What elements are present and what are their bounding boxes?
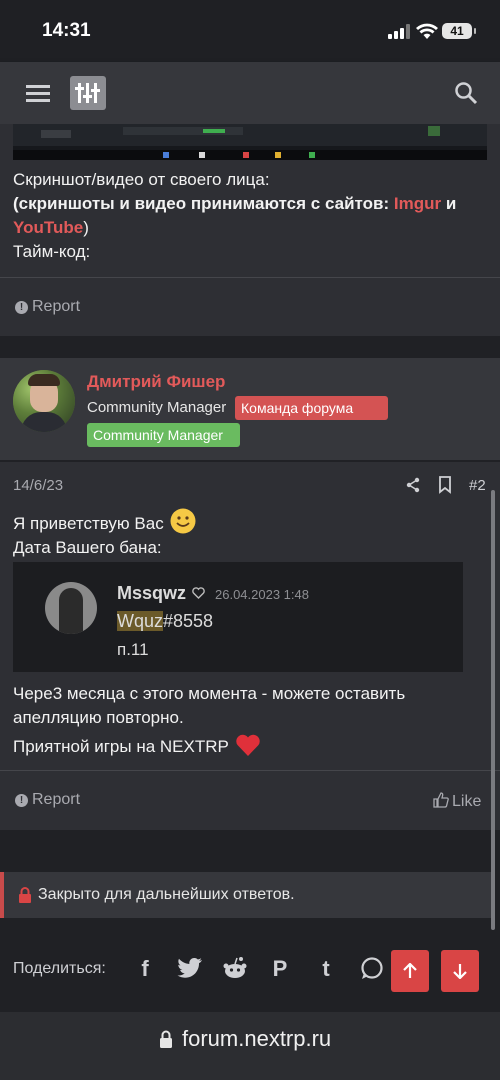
accepted-sites-prefix: (скриншоты и видео принимаются с сайтов: (13, 194, 390, 213)
share-post-icon[interactable] (405, 477, 421, 493)
post-1-divider (0, 277, 500, 278)
status-bar: 14:31 41 (0, 0, 500, 62)
quote-timestamp: 26.04.2023 1:48 (215, 587, 309, 602)
screenshot-label: Скриншот/видео от своего лица: (13, 170, 270, 189)
page-scrollbar[interactable] (491, 490, 495, 930)
bookmark-icon[interactable] (438, 476, 452, 494)
menu-icon[interactable] (26, 83, 50, 103)
report-icon: ! (15, 301, 28, 314)
report-icon: ! (15, 794, 28, 807)
top-navigation (0, 62, 500, 124)
badge-forum-team: Команда форума (235, 396, 388, 420)
quote-highlight: Wquz (117, 611, 164, 631)
close-paren: ) (83, 218, 89, 237)
accepted-sites-line: (скриншоты и видео принимаются с сайтов:… (13, 192, 483, 216)
arrow-up-icon (403, 963, 417, 978)
heart-icon (236, 734, 260, 756)
lock-icon (19, 887, 31, 903)
badge-community-manager: Community Manager (87, 423, 240, 447)
post-number[interactable]: #2 (469, 477, 486, 494)
reddit-icon[interactable] (222, 956, 248, 980)
closing-line: Приятной игры на NEXTRP (13, 733, 261, 759)
embedded-quote-image[interactable]: Mssqwz 26.04.2023 1:48 Wquz#8558 п.11 (13, 562, 463, 672)
locked-notice-text: Закрыто для дальнейших ответов. (38, 886, 295, 903)
post-2-body: Я приветствую Вас Дата Вашего бана: (13, 508, 483, 560)
like-button[interactable]: Like (433, 792, 481, 811)
author-title: Community Manager (87, 399, 227, 416)
scroll-down-button[interactable] (441, 950, 479, 992)
report-label: Report (32, 791, 81, 808)
ban-date-label: Дата Вашего бана: (13, 538, 162, 557)
greeting-line: Я приветствую Вас (13, 508, 483, 536)
browser-url-bar[interactable]: forum.nextrp.ru (0, 1012, 500, 1080)
post-2-date[interactable]: 14/6/23 (13, 477, 63, 494)
post-1-screenshot-image[interactable] (13, 124, 487, 160)
arrow-down-icon (453, 964, 467, 979)
whatsapp-icon[interactable] (360, 956, 384, 980)
pinterest-icon[interactable]: P (266, 955, 294, 983)
imgur-link[interactable]: Imgur (394, 194, 441, 213)
quote-line-1: Wquz#8558 (117, 611, 213, 632)
author-name[interactable]: Дмитрий Фишер (87, 372, 225, 392)
thread-locked-notice: Закрыто для дальнейших ответов. (0, 872, 494, 918)
post-1-report-button[interactable]: ! Report (15, 298, 80, 316)
quote-line-1-rest: #8558 (163, 611, 214, 631)
youtube-link[interactable]: YouTube (13, 218, 83, 237)
url-text[interactable]: forum.nextrp.ru (182, 1026, 331, 1052)
smile-emoji-icon (170, 508, 196, 534)
heart-outline-icon (192, 587, 205, 599)
status-time: 14:31 (42, 20, 91, 41)
appeal-text: Чере3 месяца с этого момента - можете ос… (13, 684, 406, 727)
quote-line-2: п.11 (117, 640, 149, 659)
facebook-icon[interactable]: f (131, 955, 159, 983)
closing-text: Приятной игры на NEXTRP (13, 737, 229, 756)
author-avatar[interactable] (13, 370, 75, 432)
tumblr-icon[interactable]: t (312, 955, 340, 983)
cellular-signal-icon (388, 24, 410, 39)
battery-indicator: 41 (442, 23, 476, 39)
search-icon[interactable] (454, 81, 478, 105)
forum-logo-icon[interactable] (70, 76, 106, 110)
thumbs-up-icon (433, 792, 449, 808)
like-label: Like (452, 793, 482, 810)
timecode-label: Тайм-код: (13, 242, 91, 261)
greeting-text: Я приветствую Вас (13, 514, 164, 533)
lock-icon (160, 1030, 172, 1048)
wifi-icon (416, 23, 438, 39)
post-2-divider (0, 770, 500, 771)
report-label: Report (32, 298, 81, 315)
and-text: и (445, 194, 457, 213)
post-2-report-button[interactable]: ! Report (15, 791, 80, 809)
post-1-body: Скриншот/видео от своего лица: (скриншот… (13, 168, 483, 264)
share-label: Поделиться: (13, 960, 106, 977)
twitter-icon[interactable] (177, 957, 203, 979)
scroll-up-button[interactable] (391, 950, 429, 992)
quote-username: Mssqwz (117, 583, 187, 603)
quote-avatar (45, 582, 97, 634)
